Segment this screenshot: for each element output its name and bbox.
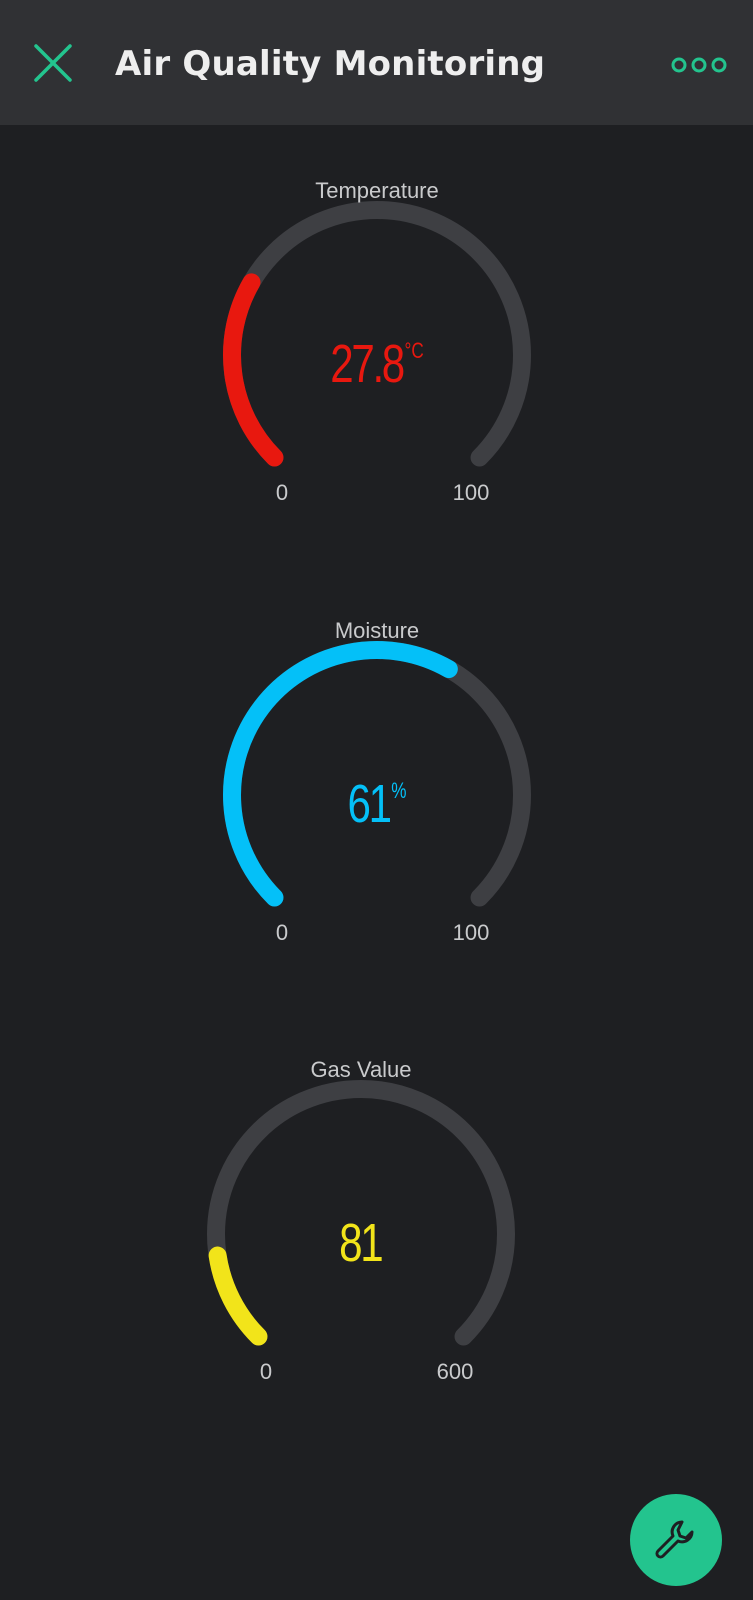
gauge-label: Gas Value [310, 1057, 412, 1082]
gauge-min-label: 0 [275, 480, 289, 505]
close-icon [34, 44, 72, 82]
more-dots-icon [671, 57, 727, 73]
gauge-value-number: 61 [347, 774, 392, 834]
gauge-value-unit: % [391, 778, 407, 803]
gauge-max-label: 100 [452, 480, 490, 505]
gauge-gas-value[interactable]: Gas Value 81 0 600 [0, 1047, 753, 1467]
gauge-max-label: 600 [436, 1359, 474, 1384]
gauge-value: 61% [260, 774, 494, 834]
gauge-temperature[interactable]: Temperature 27.8°C 0 100 [0, 168, 753, 588]
gauge-value-number: 27.8 [330, 334, 405, 394]
page-title: Air Quality Monitoring [115, 44, 546, 84]
gauge-min-label: 0 [275, 920, 289, 945]
more-options-button[interactable] [670, 50, 728, 80]
wrench-icon [655, 1520, 694, 1559]
gauge-max-label: 100 [452, 920, 490, 945]
close-button[interactable] [28, 38, 78, 88]
gauge-value-unit: °C [404, 338, 424, 363]
gauge-label: Moisture [334, 618, 420, 643]
gauge-value-number: 81 [339, 1213, 384, 1273]
gauge-moisture[interactable]: Moisture 61% 0 100 [0, 608, 753, 1028]
gauge-value: 81 [244, 1213, 478, 1273]
gauge-label: Temperature [315, 178, 439, 203]
gauge-min-label: 0 [259, 1359, 273, 1384]
app-header: Air Quality Monitoring [0, 0, 753, 125]
settings-fab-button[interactable] [630, 1494, 722, 1586]
gauge-value: 27.8°C [260, 334, 494, 394]
